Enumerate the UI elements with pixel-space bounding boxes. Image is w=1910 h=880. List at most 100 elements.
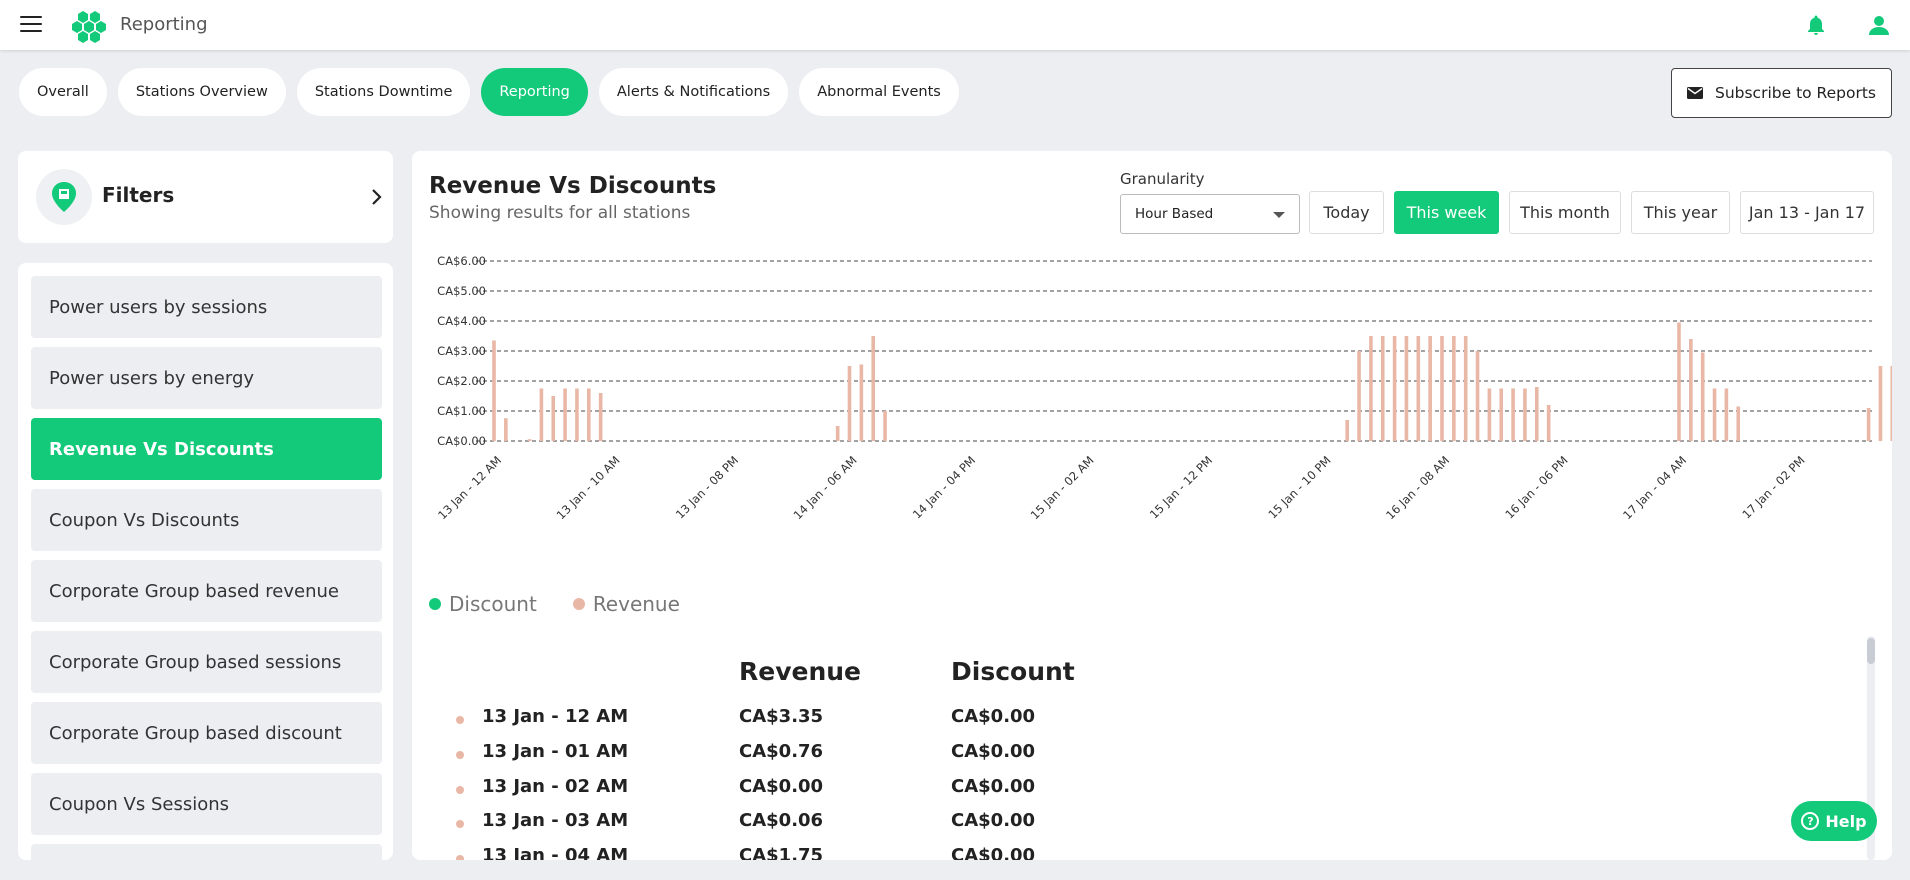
- y-tick-label: CA$6.00: [437, 254, 486, 268]
- row-discount: CA$0.00: [951, 810, 1036, 831]
- report-subtitle: Showing results for all stations: [429, 203, 691, 223]
- report-title: Revenue Vs Discounts: [429, 173, 717, 199]
- row-time: 13 Jan - 02 AM: [482, 776, 629, 797]
- bar-revenue: [1866, 408, 1871, 441]
- bar-revenue: [1392, 336, 1397, 441]
- app-title: Reporting: [120, 14, 208, 35]
- filters-title: Filters: [102, 183, 175, 207]
- menu-item-power-users-energy[interactable]: Power users by energy: [31, 347, 382, 409]
- menu-item-power-users-sessions[interactable]: Power users by sessions: [31, 276, 382, 338]
- menu-icon[interactable]: [20, 16, 42, 34]
- x-tick-label: 14 Jan - 06 AM: [791, 453, 860, 522]
- x-tick-label: 13 Jan - 12 AM: [435, 453, 504, 522]
- logo-icon: [72, 11, 106, 43]
- row-time: 13 Jan - 01 AM: [482, 741, 629, 762]
- scrollbar-thumb[interactable]: [1867, 638, 1875, 664]
- x-tick-label: 13 Jan - 10 AM: [554, 453, 623, 522]
- report-card: Revenue Vs Discounts Showing results for…: [412, 151, 1892, 860]
- chart-legend: Discount Revenue: [429, 592, 680, 616]
- y-tick-label: CA$2.00: [437, 374, 486, 388]
- chevron-right-icon[interactable]: [370, 187, 384, 207]
- period-this-year-button[interactable]: This year: [1631, 191, 1730, 234]
- row-discount: CA$0.00: [951, 706, 1036, 727]
- bar-revenue: [1345, 420, 1349, 441]
- row-discount: CA$0.00: [951, 845, 1036, 860]
- table-header-revenue: Revenue: [739, 657, 862, 686]
- row-dot: [456, 855, 464, 860]
- row-revenue: CA$0.00: [739, 776, 824, 797]
- help-label: Help: [1825, 811, 1867, 831]
- x-tick-label: 15 Jan - 02 AM: [1028, 453, 1097, 522]
- row-discount: CA$0.00: [951, 741, 1036, 762]
- data-table: Revenue Discount 13 Jan - 12 AM CA$3.35 …: [412, 631, 1892, 860]
- legend-label-revenue: Revenue: [592, 592, 680, 616]
- x-tick-label: 16 Jan - 06 PM: [1502, 453, 1570, 521]
- period-this-month-button[interactable]: This month: [1509, 191, 1621, 234]
- bar-revenue: [871, 336, 875, 441]
- bar-revenue: [551, 396, 556, 441]
- menu-item-coupon-vs-sessions[interactable]: Coupon Vs Sessions: [31, 773, 382, 835]
- bell-icon[interactable]: [1804, 13, 1828, 37]
- menu-item-revenue-vs-discounts[interactable]: Revenue Vs Discounts: [31, 418, 382, 480]
- row-revenue: CA$3.35: [739, 706, 824, 727]
- bar-revenue: [563, 388, 567, 441]
- row-discount: CA$0.00: [951, 776, 1036, 797]
- tab-stations-downtime[interactable]: Stations Downtime: [296, 68, 471, 116]
- legend-revenue[interactable]: Revenue: [572, 592, 680, 616]
- bar-revenue: [1890, 366, 1892, 441]
- bar-revenue: [1535, 387, 1539, 441]
- bar-revenue: [1689, 339, 1693, 441]
- y-tick-label: CA$4.00: [437, 314, 486, 328]
- tab-abnormal-events[interactable]: Abnormal Events: [799, 68, 959, 116]
- bar-revenue: [1487, 388, 1492, 441]
- bar-revenue: [835, 426, 840, 441]
- y-tick-label: CA$1.00: [437, 404, 486, 418]
- bar-revenue: [883, 411, 887, 441]
- date-range-button[interactable]: Jan 13 - Jan 17: [1740, 191, 1874, 234]
- period-today-button[interactable]: Today: [1309, 191, 1384, 234]
- bar-revenue: [1380, 336, 1385, 441]
- table-row: 13 Jan - 12 AM CA$3.35 CA$0.00: [412, 704, 1312, 734]
- filter-icon: [36, 169, 92, 225]
- legend-discount[interactable]: Discount: [429, 592, 537, 616]
- granularity-select[interactable]: Hour Based: [1120, 194, 1300, 234]
- bar-revenue: [1724, 388, 1729, 441]
- menu-item-corporate-group-discount[interactable]: Corporate Group based discount: [31, 702, 382, 764]
- subscribe-button[interactable]: Subscribe to Reports: [1671, 68, 1892, 118]
- legend-dot-revenue: [572, 598, 585, 610]
- filters-card[interactable]: Filters: [18, 151, 393, 243]
- menu-item-corporate-group-sessions[interactable]: Corporate Group based sessions: [31, 631, 382, 693]
- tab-overall[interactable]: Overall: [19, 68, 107, 116]
- x-tick-label: 15 Jan - 12 PM: [1147, 453, 1215, 521]
- x-tick-label: 15 Jan - 10 PM: [1265, 453, 1333, 521]
- bar-revenue: [1357, 351, 1361, 441]
- table-row: 13 Jan - 02 AM CA$0.00 CA$0.00: [412, 774, 1312, 804]
- bar-revenue: [575, 388, 579, 441]
- granularity-value: Hour Based: [1135, 206, 1214, 222]
- revenue-discount-chart: CA$0.00 CA$1.00 CA$2.00 CA$3.00 CA$4.00 CA$5.…: [435, 254, 1892, 522]
- menu-item-corporate-group-revenue[interactable]: Corporate Group based revenue: [31, 560, 382, 622]
- report-menu: Power users by sessions Power users by e…: [18, 263, 393, 860]
- bar-revenue: [527, 439, 532, 441]
- bar-revenue: [587, 388, 591, 441]
- tab-stations-overview[interactable]: Stations Overview: [117, 68, 286, 116]
- mail-icon: [1686, 87, 1703, 99]
- bar-revenue: [1416, 336, 1421, 441]
- legend-dot-discount: [429, 598, 441, 610]
- help-button[interactable]: ? Help: [1791, 801, 1877, 841]
- bar-revenue: [1440, 336, 1444, 441]
- tab-alerts-notifications[interactable]: Alerts & Notifications: [598, 68, 789, 116]
- menu-item-coupon-vs-discounts[interactable]: Coupon Vs Discounts: [31, 489, 382, 551]
- row-time: 13 Jan - 04 AM: [482, 845, 629, 860]
- bar-revenue: [1700, 352, 1705, 441]
- row-dot: [456, 751, 464, 759]
- bar-revenue: [1463, 336, 1468, 441]
- user-icon[interactable]: [1867, 13, 1891, 37]
- tab-reporting[interactable]: Reporting: [481, 68, 588, 116]
- menu-item-more[interactable]: [31, 844, 382, 860]
- chevron-down-icon: [1273, 212, 1285, 218]
- legend-label-discount: Discount: [449, 592, 537, 616]
- table-header-discount: Discount: [951, 657, 1075, 686]
- x-tick-label: 13 Jan - 08 PM: [673, 453, 741, 521]
- period-this-week-button[interactable]: This week: [1394, 191, 1499, 234]
